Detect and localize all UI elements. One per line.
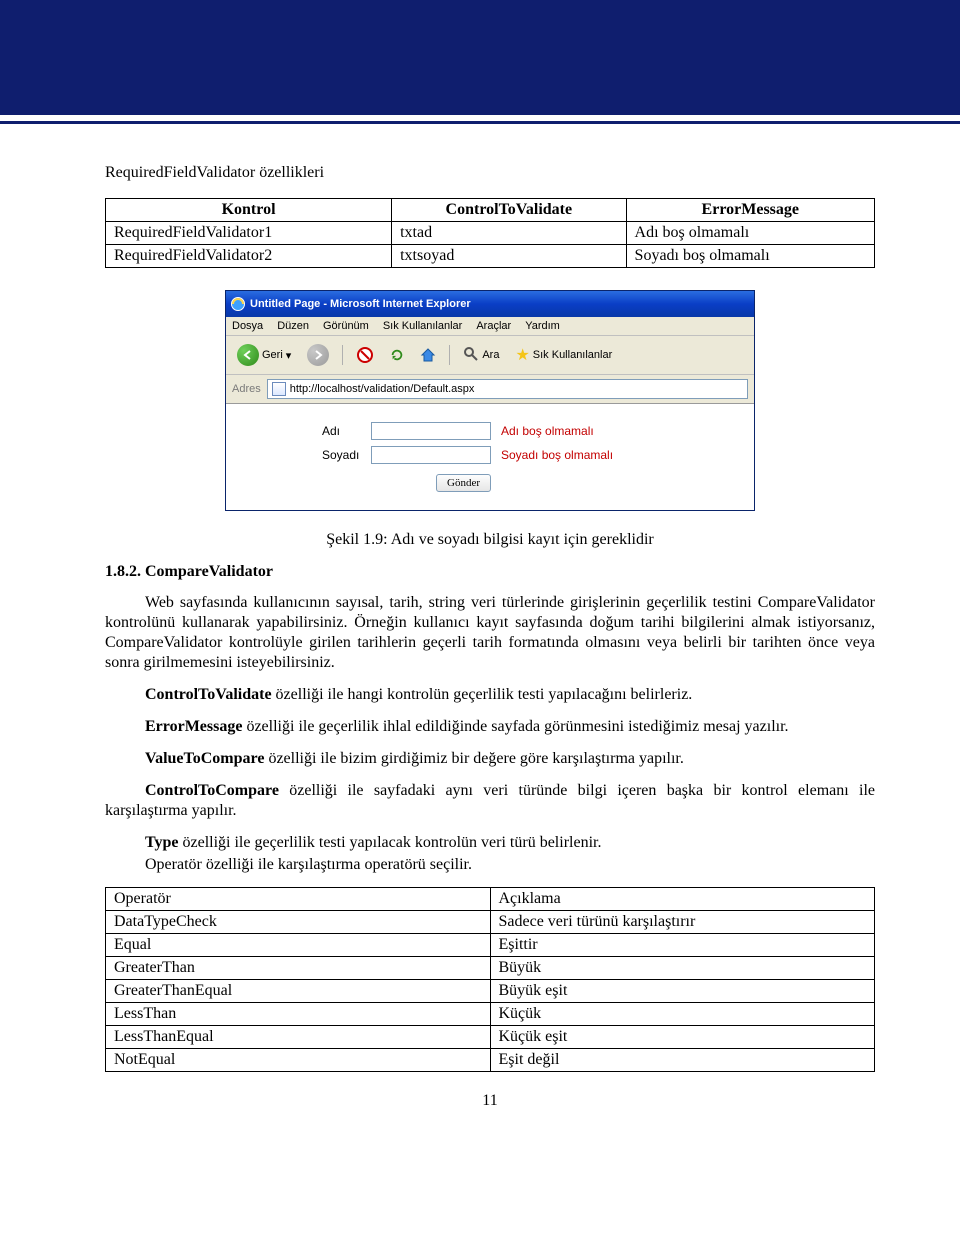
back-button[interactable]: Geri ▾ bbox=[232, 341, 296, 369]
t2-r0c0: DataTypeCheck bbox=[106, 911, 491, 934]
subheading: 1.8.2. CompareValidator bbox=[105, 563, 875, 581]
table2-h1: Açıklama bbox=[490, 888, 875, 911]
table1-h2: ErrorMessage bbox=[626, 199, 874, 222]
page-viewport: Adı Adı boş olmamalı Soyadı Soyadı boş o… bbox=[226, 404, 754, 510]
table1-r1c1: txtsoyad bbox=[392, 245, 626, 268]
table1-h0: Kontrol bbox=[106, 199, 392, 222]
validator-table: Kontrol ControlToValidate ErrorMessage R… bbox=[105, 198, 875, 268]
browser-menubar: Dosya Düzen Görünüm Sık Kullanılanlar Ar… bbox=[226, 317, 754, 336]
form-label-surname: Soyadı bbox=[316, 448, 371, 462]
address-label: Adres bbox=[232, 383, 261, 395]
t2-r1c0: Equal bbox=[106, 934, 491, 957]
paragraph-3: ErrorMessage özelliği ile geçerlilik ihl… bbox=[105, 717, 875, 737]
t2-r0c1: Sadece veri türünü karşılaştırır bbox=[490, 911, 875, 934]
forward-button[interactable] bbox=[302, 341, 334, 369]
menu-favorites[interactable]: Sık Kullanılanlar bbox=[383, 320, 463, 332]
table1-r0c1: txtad bbox=[392, 222, 626, 245]
t2-r6c0: NotEqual bbox=[106, 1049, 491, 1072]
home-button[interactable] bbox=[415, 344, 441, 366]
search-button[interactable]: Ara bbox=[458, 343, 504, 368]
star-icon: ★ bbox=[515, 345, 529, 365]
p4-bold: ValueToCompare bbox=[145, 750, 264, 767]
surname-error: Soyadı boş olmamalı bbox=[501, 448, 681, 462]
forward-icon bbox=[307, 344, 329, 366]
p6-bold: Type bbox=[145, 834, 178, 851]
browser-toolbar: Geri ▾ bbox=[226, 336, 754, 375]
search-icon bbox=[463, 346, 479, 365]
t2-r5c0: LessThanEqual bbox=[106, 1026, 491, 1049]
form-label-name: Adı bbox=[316, 424, 371, 438]
paragraph-2: ControlToValidate özelliği ile hangi kon… bbox=[105, 685, 875, 705]
paragraph-1: Web sayfasında kullanıcının sayısal, tar… bbox=[105, 593, 875, 673]
paragraph-7: Operatör özelliği ile karşılaştırma oper… bbox=[105, 855, 875, 875]
table1-r0c0: RequiredFieldValidator1 bbox=[106, 222, 392, 245]
menu-edit[interactable]: Düzen bbox=[277, 320, 309, 332]
t2-r1c1: Eşittir bbox=[490, 934, 875, 957]
p6-rest: özelliği ile geçerlilik testi yapılacak … bbox=[178, 834, 601, 851]
t2-r3c0: GreaterThanEqual bbox=[106, 980, 491, 1003]
menu-tools[interactable]: Araçlar bbox=[476, 320, 511, 332]
stop-button[interactable] bbox=[351, 343, 379, 367]
chevron-down-icon: ▾ bbox=[286, 349, 292, 362]
browser-title: Untitled Page - Microsoft Internet Explo… bbox=[250, 298, 471, 310]
t2-r6c1: Eşit değil bbox=[490, 1049, 875, 1072]
ie-icon bbox=[230, 296, 246, 312]
menu-file[interactable]: Dosya bbox=[232, 320, 263, 332]
page-icon bbox=[272, 382, 286, 396]
section-title: RequiredFieldValidator özellikleri bbox=[105, 164, 875, 182]
surname-input[interactable] bbox=[371, 446, 491, 464]
table1-h1: ControlToValidate bbox=[392, 199, 626, 222]
back-icon bbox=[237, 344, 259, 366]
p5-bold: ControlToCompare bbox=[145, 782, 279, 799]
p4-rest: özelliği ile bizim girdiğimiz bir değere… bbox=[264, 750, 683, 767]
t2-r3c1: Büyük eşit bbox=[490, 980, 875, 1003]
favorites-button[interactable]: ★ Sık Kullanılanlar bbox=[510, 342, 617, 368]
refresh-icon bbox=[390, 348, 404, 362]
p3-rest: özelliği ile geçerlilik ihlal edildiğind… bbox=[242, 718, 788, 735]
p2-bold: ControlToValidate bbox=[145, 686, 272, 703]
t2-r4c1: Küçük bbox=[490, 1003, 875, 1026]
browser-window: Untitled Page - Microsoft Internet Explo… bbox=[225, 290, 755, 511]
table1-r1c2: Soyadı boş olmamalı bbox=[626, 245, 874, 268]
table2-h0: Operatör bbox=[106, 888, 491, 911]
name-error: Adı boş olmamalı bbox=[501, 424, 681, 438]
toolbar-separator-2 bbox=[449, 345, 450, 365]
menu-view[interactable]: Görünüm bbox=[323, 320, 369, 332]
t2-r2c1: Büyük bbox=[490, 957, 875, 980]
browser-titlebar: Untitled Page - Microsoft Internet Explo… bbox=[226, 291, 754, 317]
toolbar-separator bbox=[342, 345, 343, 365]
figure-caption: Şekil 1.9: Adı ve soyadı bilgisi kayıt i… bbox=[105, 531, 875, 549]
p3-bold: ErrorMessage bbox=[145, 718, 242, 735]
operator-table: Operatör Açıklama DataTypeCheckSadece ve… bbox=[105, 887, 875, 1072]
table1-r1c0: RequiredFieldValidator2 bbox=[106, 245, 392, 268]
home-icon bbox=[420, 347, 436, 363]
header-line bbox=[0, 121, 960, 124]
submit-button[interactable]: Gönder bbox=[436, 474, 491, 492]
refresh-button[interactable] bbox=[385, 345, 409, 365]
search-label: Ara bbox=[482, 349, 499, 361]
t2-r5c1: Küçük eşit bbox=[490, 1026, 875, 1049]
header-band bbox=[0, 0, 960, 115]
address-bar: Adres http://localhost/validation/Defaul… bbox=[226, 375, 754, 404]
paragraph-5: ControlToCompare özelliği ile sayfadaki … bbox=[105, 781, 875, 821]
page-number: 11 bbox=[105, 1092, 875, 1110]
address-input[interactable]: http://localhost/validation/Default.aspx bbox=[267, 379, 748, 399]
table1-r0c2: Adı boş olmamalı bbox=[626, 222, 874, 245]
paragraph-6: Type özelliği ile geçerlilik testi yapıl… bbox=[105, 833, 875, 853]
p2-rest: özelliği ile hangi kontrolün geçerlilik … bbox=[272, 686, 693, 703]
menu-help[interactable]: Yardım bbox=[525, 320, 560, 332]
stop-icon bbox=[356, 346, 374, 364]
favorites-label: Sık Kullanılanlar bbox=[533, 349, 613, 361]
name-input[interactable] bbox=[371, 422, 491, 440]
t2-r4c0: LessThan bbox=[106, 1003, 491, 1026]
back-label: Geri bbox=[262, 349, 283, 361]
t2-r2c0: GreaterThan bbox=[106, 957, 491, 980]
address-url: http://localhost/validation/Default.aspx bbox=[290, 383, 475, 395]
paragraph-4: ValueToCompare özelliği ile bizim girdiğ… bbox=[105, 749, 875, 769]
